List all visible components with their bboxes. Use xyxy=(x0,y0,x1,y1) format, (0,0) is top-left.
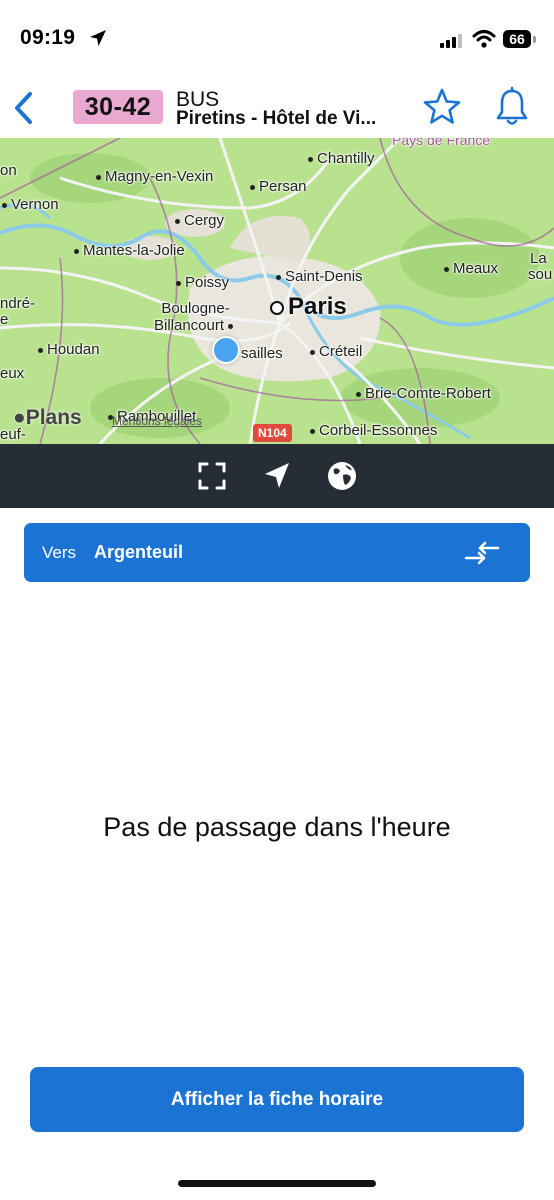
no-departures-message: Pas de passage dans l'heure xyxy=(103,812,451,842)
map-label-creteil: Créteil xyxy=(310,343,362,360)
map-label-cergy: Cergy xyxy=(175,212,224,229)
show-timetable-button[interactable]: Afficher la fiche horaire xyxy=(30,1067,524,1132)
map-label-chantilly: Chantilly xyxy=(308,150,375,167)
back-button[interactable] xyxy=(8,88,40,128)
map-label-saint-denis: Saint-Denis xyxy=(276,268,363,285)
favorite-star-icon[interactable] xyxy=(422,86,462,128)
map-label-meaux: Meaux xyxy=(444,260,498,277)
battery-nub xyxy=(533,36,536,43)
direction-destination: Argenteuil xyxy=(94,542,184,562)
direction-prefix: Vers xyxy=(42,543,77,562)
map-label-persan: Persan xyxy=(250,178,307,195)
map-label-corbeil: Corbeil-Essonnes xyxy=(310,422,437,439)
map-label-vernon: Vernon xyxy=(2,196,59,213)
map-label-mantes: Mantes-la-Jolie xyxy=(74,242,185,259)
maps-attribution: ●Plans xyxy=(13,406,82,429)
map-label-on: on xyxy=(0,162,17,179)
road-badge: N104 xyxy=(253,424,292,442)
swap-direction-icon[interactable] xyxy=(464,537,500,569)
map-label-eux: eux xyxy=(0,365,25,382)
apple-logo-icon: ● xyxy=(13,406,26,429)
home-indicator xyxy=(178,1180,376,1187)
fullscreen-icon[interactable] xyxy=(195,459,229,493)
map-label-e: e xyxy=(0,311,9,328)
route-map[interactable]: Pays de France Chantilly Magny-en-Vexin … xyxy=(0,138,554,444)
legal-link[interactable]: Mentions légales xyxy=(112,414,202,428)
map-label-la: La xyxy=(530,250,547,267)
line-number-badge: 30-42 xyxy=(73,90,163,124)
user-location-dot xyxy=(212,336,240,364)
chevron-left-icon xyxy=(15,92,32,124)
map-label-poissy: Poissy xyxy=(176,274,229,291)
map-label-brie: Brie-Comte-Robert xyxy=(356,385,491,402)
globe-icon[interactable] xyxy=(325,459,359,493)
map-label-ndre: ndré- xyxy=(0,295,36,312)
signal-icon xyxy=(440,32,462,48)
map-label-paris: Paris xyxy=(270,293,347,321)
route-name: Piretins - Hôtel de Vi... xyxy=(176,108,377,129)
map-label-houdan: Houdan xyxy=(38,341,100,358)
wifi-icon xyxy=(472,30,496,48)
map-label-magny: Magny-en-Vexin xyxy=(96,168,213,185)
map-controls-bar xyxy=(0,444,554,508)
map-label-versailles: sailles xyxy=(241,345,283,362)
status-time: 09:19 xyxy=(20,26,76,49)
map-label-boulogne: Boulogne- Billancourt xyxy=(154,300,237,334)
locate-icon[interactable] xyxy=(260,459,294,493)
status-bar: 09:19 66 xyxy=(0,0,554,80)
direction-selector[interactable]: Vers Argenteuil xyxy=(24,523,530,582)
battery-icon: 66 xyxy=(503,30,531,48)
bell-icon[interactable] xyxy=(493,86,531,128)
map-label-pays-de-france: Pays de France xyxy=(392,138,491,148)
map-label-sou: sou xyxy=(528,266,553,283)
location-arrow-icon xyxy=(90,30,106,46)
line-header: 30-42 BUS Piretins - Hôtel de Vi... xyxy=(0,80,554,138)
